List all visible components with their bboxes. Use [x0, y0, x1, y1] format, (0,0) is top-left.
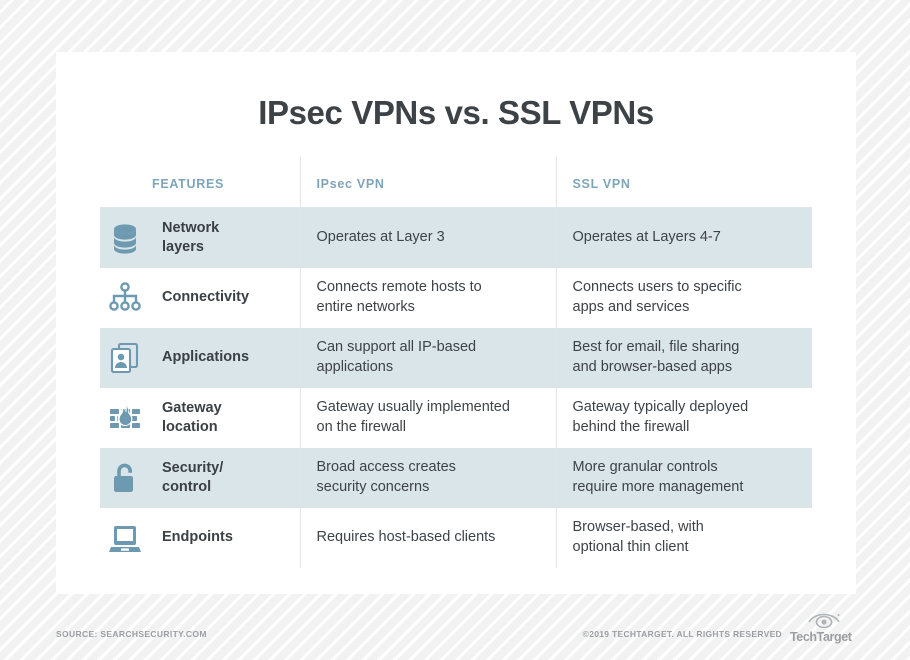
- table-header: FEATURES IPsec VPN SSL VPN: [100, 157, 812, 208]
- copyright-notice: ©2019 TECHTARGET. ALL RIGHTS RESERVED: [582, 629, 782, 639]
- page-title: IPsec VPNs vs. SSL VPNs: [258, 94, 654, 131]
- infographic-card: IPsec VPNs vs. SSL VPNs FEATURES IPsec V…: [56, 52, 856, 594]
- laptop-icon: [100, 508, 148, 568]
- column-header-ssl: SSL VPN: [555, 157, 812, 208]
- table-header-row: FEATURES IPsec VPN SSL VPN: [100, 157, 812, 208]
- comparison-table: FEATURES IPsec VPN SSL VPN Network layers…: [100, 157, 812, 568]
- ipsec-value: Gateway usually implemented on the firewa…: [299, 387, 556, 448]
- firewall-flame-icon: [100, 388, 148, 448]
- ipsec-value: Can support all IP-based applications: [299, 327, 556, 388]
- database-stack-icon: [100, 207, 148, 268]
- ssl-value: More granular controls require more manag…: [555, 447, 812, 508]
- feature-label: Network layers: [148, 207, 300, 268]
- ssl-value: Browser-based, with optional thin client: [555, 507, 812, 568]
- feature-label: Endpoints: [162, 529, 233, 546]
- ipsec-value: Broad access creates security concerns: [299, 447, 556, 508]
- column-header-features: FEATURES: [148, 157, 300, 208]
- table-row: Gateway location Gateway usually implement…: [100, 387, 812, 448]
- open-padlock-icon: [100, 447, 148, 508]
- feature-label: Gateway location: [162, 399, 222, 435]
- feature-label: Connectivity: [162, 289, 250, 306]
- table-row: Applications Can support all IP-based appl…: [100, 327, 812, 388]
- ipsec-value: Connects remote hosts to entire networks: [299, 267, 556, 328]
- feature-label: Applications: [148, 327, 300, 388]
- column-header-ipsec: IPsec VPN: [299, 157, 556, 208]
- techtarget-wordmark: TechTarget: [790, 630, 852, 644]
- network-tree-icon: [100, 268, 148, 328]
- techtarget-logo: TechTarget: [790, 610, 856, 644]
- ssl-value: Best for email, file sharing and browser-…: [555, 327, 812, 388]
- ipsec-value: Requires host-based clients: [299, 507, 556, 568]
- table-row: Connectivity Connects remote hosts to enti…: [100, 267, 812, 328]
- ssl-value: Gateway typically deployed behind the fir…: [555, 387, 812, 448]
- table-row: Network layers Operates at Layer 3 Operates…: [100, 207, 812, 268]
- ssl-value: Connects users to specific apps and servi…: [555, 267, 812, 328]
- source-credit: SOURCE: SEARCHSECURITY.COM: [56, 629, 207, 639]
- footer: SOURCE: SEARCHSECURITY.COM ©2019 TECHTAR…: [56, 613, 856, 646]
- documents-person-icon: [100, 327, 148, 388]
- column-header-icon: [100, 157, 148, 208]
- table-row: Endpoints Requires host-based clients Brow…: [100, 507, 812, 568]
- ipsec-value: Operates at Layer 3: [299, 207, 556, 268]
- ssl-value: Operates at Layers 4-7: [555, 207, 812, 268]
- table-body: Network layers Operates at Layer 3 Operates…: [100, 207, 812, 568]
- feature-label: Security/control: [148, 447, 300, 508]
- table-row: Security/control Broad access creates secu…: [100, 447, 812, 508]
